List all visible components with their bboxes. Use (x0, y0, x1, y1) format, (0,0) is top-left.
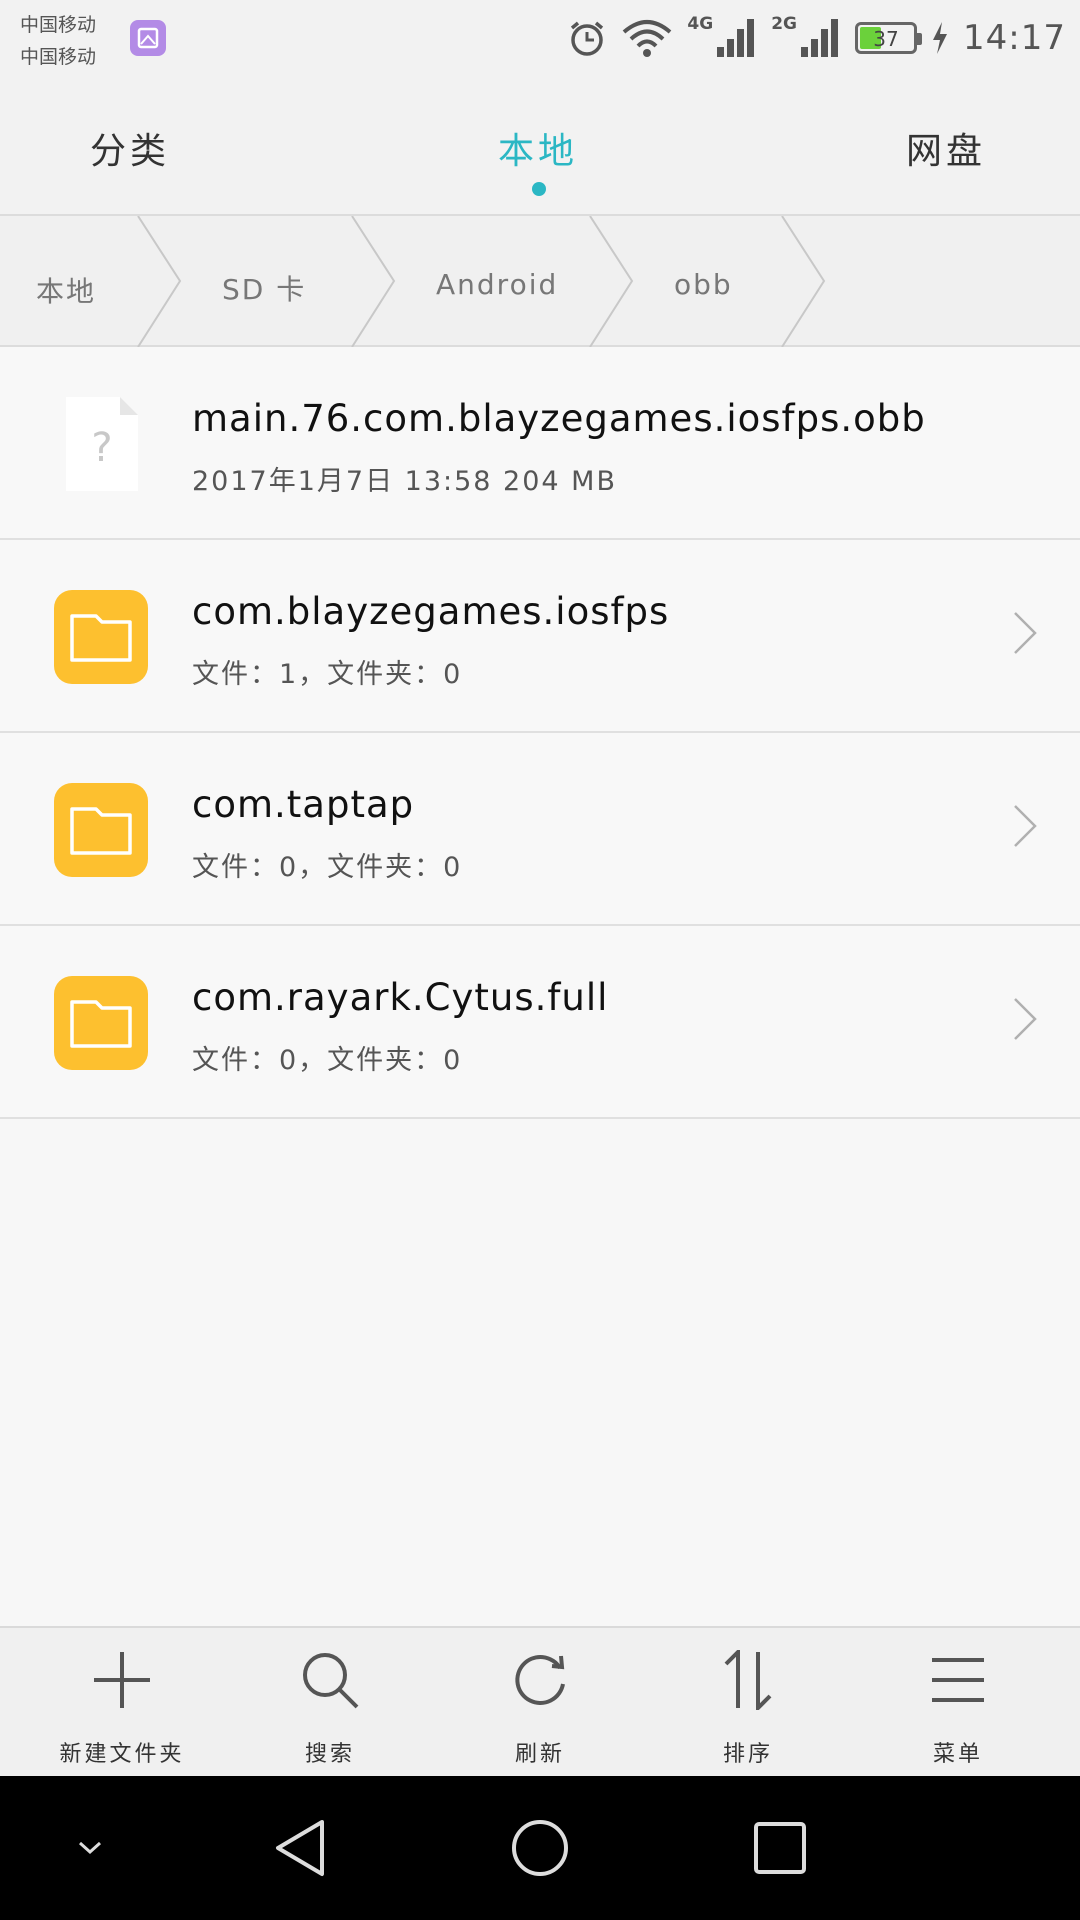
search-label: 搜索 (304, 1742, 355, 1767)
file-list: ? main.76.com.blayzegames.iosfps.obb 201… (0, 347, 1080, 1119)
signal-icon-1 (715, 17, 757, 59)
gallery-notification-icon (130, 20, 166, 56)
charging-icon (931, 21, 949, 55)
folder-meta: 文件：0，文件夹：0 (192, 1045, 463, 1076)
back-button[interactable] (260, 1776, 340, 1920)
folder-name: com.blayzegames.iosfps (192, 590, 670, 633)
recents-icon (754, 1822, 806, 1874)
tab-category[interactable]: 分类 (90, 122, 170, 174)
folder-row[interactable]: com.taptap 文件：0，文件夹：0 (0, 733, 1080, 926)
network-type-2: 2G (771, 14, 798, 34)
carrier-name-2: 中国移动 (20, 46, 97, 68)
folder-icon (52, 588, 150, 686)
battery-level: 37 (873, 27, 899, 51)
unknown-file-icon: ? (52, 395, 150, 493)
status-bar: 中国移动 中国移动 4G 2G 37 14:17 (0, 0, 1080, 72)
sort-icon (724, 1650, 772, 1710)
chevron-down-icon (78, 1841, 102, 1855)
menu-icon (932, 1658, 984, 1702)
refresh-button[interactable]: 刷新 (432, 1628, 648, 1778)
recents-button[interactable] (740, 1776, 820, 1920)
home-icon (512, 1820, 568, 1876)
file-meta: 2017年1月7日 13:58 204 MB (192, 466, 617, 497)
back-icon (276, 1820, 324, 1876)
alarm-icon (567, 18, 607, 58)
tab-cloud[interactable]: 网盘 (906, 122, 986, 174)
breadcrumb-obb[interactable]: obb (674, 268, 733, 301)
menu-button[interactable]: 菜单 (850, 1628, 1066, 1778)
chevron-right-icon (1012, 610, 1038, 660)
file-row[interactable]: ? main.76.com.blayzegames.iosfps.obb 201… (0, 347, 1080, 540)
folder-name: com.rayark.Cytus.full (192, 976, 609, 1019)
menu-label: 菜单 (932, 1742, 983, 1767)
breadcrumb-sd-card[interactable]: SD 卡 (222, 268, 306, 308)
search-button[interactable]: 搜索 (222, 1628, 438, 1778)
network-type-1: 4G (687, 14, 714, 34)
new-folder-button[interactable]: 新建文件夹 (14, 1628, 230, 1778)
search-icon (303, 1653, 359, 1709)
breadcrumb: 本地 SD 卡 Android obb (0, 216, 1080, 347)
chevron-right-icon (1012, 996, 1038, 1046)
status-time: 14:17 (963, 18, 1066, 58)
refresh-icon (515, 1654, 565, 1705)
battery-icon: 37 (855, 22, 923, 54)
top-tabs: 分类 本地 网盘 (0, 72, 1080, 216)
breadcrumb-local[interactable]: 本地 (36, 270, 96, 310)
svg-text:?: ? (91, 425, 112, 471)
breadcrumb-android[interactable]: Android (436, 268, 558, 301)
file-name: main.76.com.blayzegames.iosfps.obb (192, 397, 926, 440)
carrier-name-1: 中国移动 (20, 14, 97, 36)
sort-label: 排序 (722, 1742, 773, 1767)
folder-row[interactable]: com.rayark.Cytus.full 文件：0，文件夹：0 (0, 926, 1080, 1119)
folder-name: com.taptap (192, 783, 415, 826)
refresh-label: 刷新 (514, 1742, 565, 1767)
folder-icon (52, 974, 150, 1072)
tab-local[interactable]: 本地 (498, 122, 578, 174)
folder-row[interactable]: com.blayzegames.iosfps 文件：1，文件夹：0 (0, 540, 1080, 733)
navigation-bar (0, 1776, 1080, 1920)
sort-button[interactable]: 排序 (640, 1628, 856, 1778)
active-tab-indicator (532, 182, 546, 196)
folder-meta: 文件：0，文件夹：0 (192, 852, 463, 883)
chevron-right-icon (1012, 803, 1038, 853)
hide-navbar-button[interactable] (60, 1776, 120, 1920)
plus-icon (94, 1652, 150, 1708)
bottom-toolbar: 新建文件夹 搜索 刷新 排序 菜单 (0, 1626, 1080, 1776)
home-button[interactable] (500, 1776, 580, 1920)
new-folder-label: 新建文件夹 (59, 1742, 185, 1767)
signal-icon-2 (799, 17, 841, 59)
folder-icon (52, 781, 150, 879)
wifi-icon (621, 18, 673, 58)
folder-meta: 文件：1，文件夹：0 (192, 659, 463, 690)
